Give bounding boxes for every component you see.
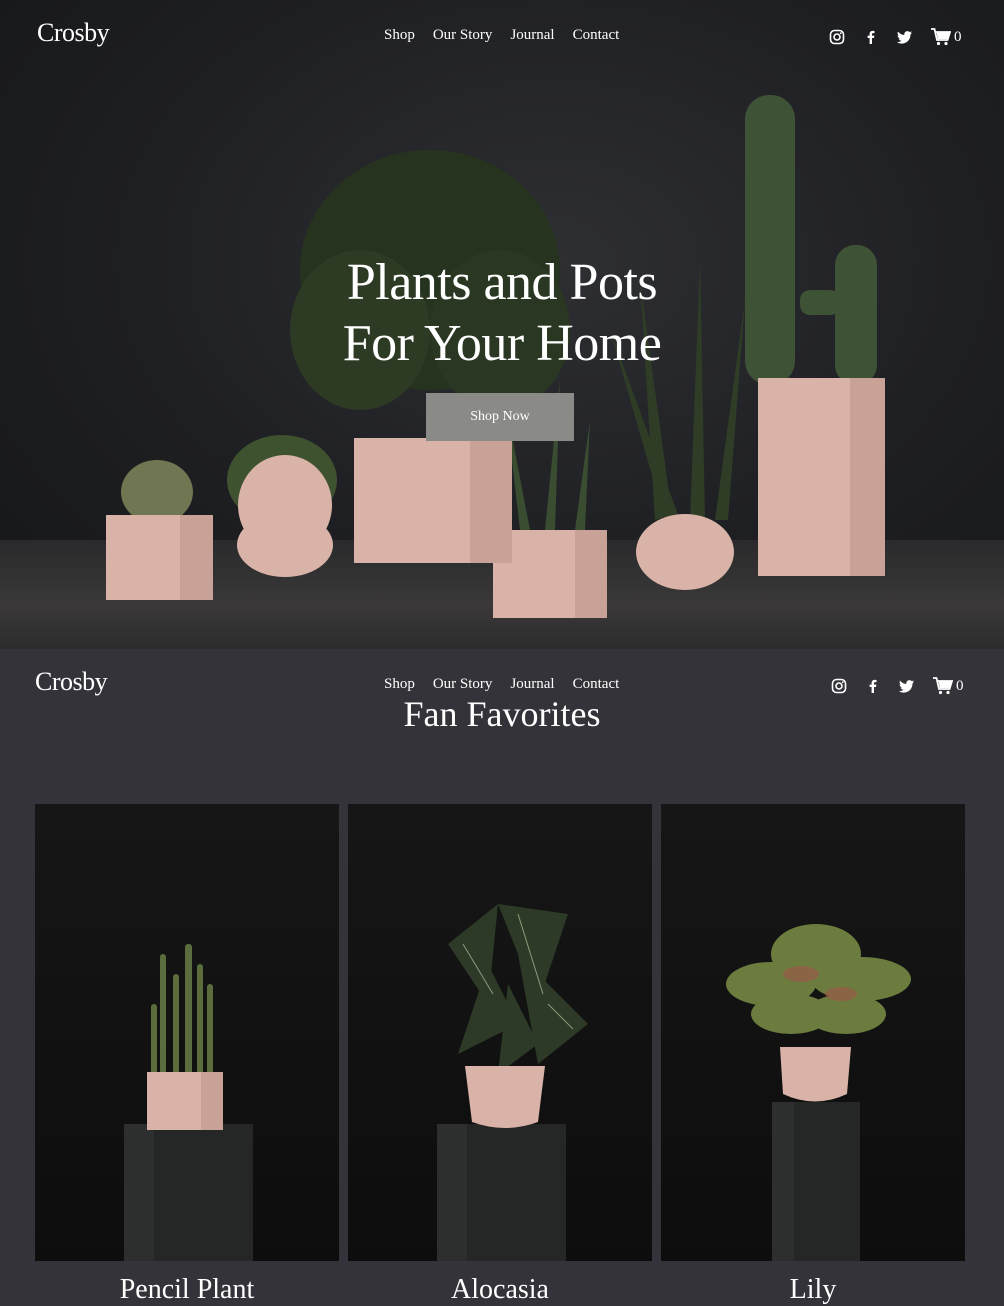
facebook-icon[interactable]: [863, 29, 879, 45]
sticky-nav: Shop Our Story Journal Contact: [384, 676, 619, 693]
hero-section: Crosby Shop Our Story Journal Contact 0 …: [0, 0, 1004, 649]
product-image: [726, 924, 911, 1261]
cart-count: 0: [956, 677, 964, 694]
product-card-alocasia[interactable]: [348, 804, 652, 1261]
nav-journal[interactable]: Journal: [510, 27, 554, 44]
twitter-icon[interactable]: [898, 678, 915, 694]
nav-contact[interactable]: Contact: [573, 676, 620, 693]
hero-headline-line2: For Your Home: [342, 315, 662, 372]
instagram-icon[interactable]: [831, 678, 847, 694]
hero-header: Crosby Shop Our Story Journal Contact 0: [0, 0, 1004, 60]
shop-now-button[interactable]: Shop Now: [426, 393, 574, 441]
cart-icon: [931, 28, 951, 46]
nav-shop[interactable]: Shop: [384, 27, 415, 44]
product-image: [124, 944, 253, 1261]
nav-journal[interactable]: Journal: [510, 676, 554, 693]
instagram-icon[interactable]: [829, 29, 845, 45]
main-nav: Shop Our Story Journal Contact: [384, 27, 619, 44]
nav-shop[interactable]: Shop: [384, 676, 415, 693]
product-image: [437, 904, 588, 1261]
product-card-pencil-plant[interactable]: [35, 804, 339, 1261]
section-title: Fan Favorites: [403, 694, 601, 734]
facebook-icon[interactable]: [865, 678, 881, 694]
nav-our-story[interactable]: Our Story: [433, 27, 493, 44]
nav-our-story[interactable]: Our Story: [433, 676, 493, 693]
social-links: 0: [829, 28, 962, 46]
product-card-lily[interactable]: [661, 804, 965, 1261]
product-name[interactable]: Pencil Plant: [35, 1274, 339, 1306]
twitter-icon[interactable]: [896, 29, 913, 45]
product-name[interactable]: Alocasia: [348, 1274, 652, 1306]
nav-contact[interactable]: Contact: [573, 27, 620, 44]
hero-headline-line1: Plants and Pots: [346, 254, 658, 311]
cart-button[interactable]: 0: [931, 28, 962, 46]
brand-logo[interactable]: Crosby: [37, 18, 110, 48]
product-name[interactable]: Lily: [661, 1274, 965, 1306]
cart-count: 0: [954, 28, 962, 45]
hero-headline: Plants and Pots For Your Home: [0, 252, 1004, 374]
